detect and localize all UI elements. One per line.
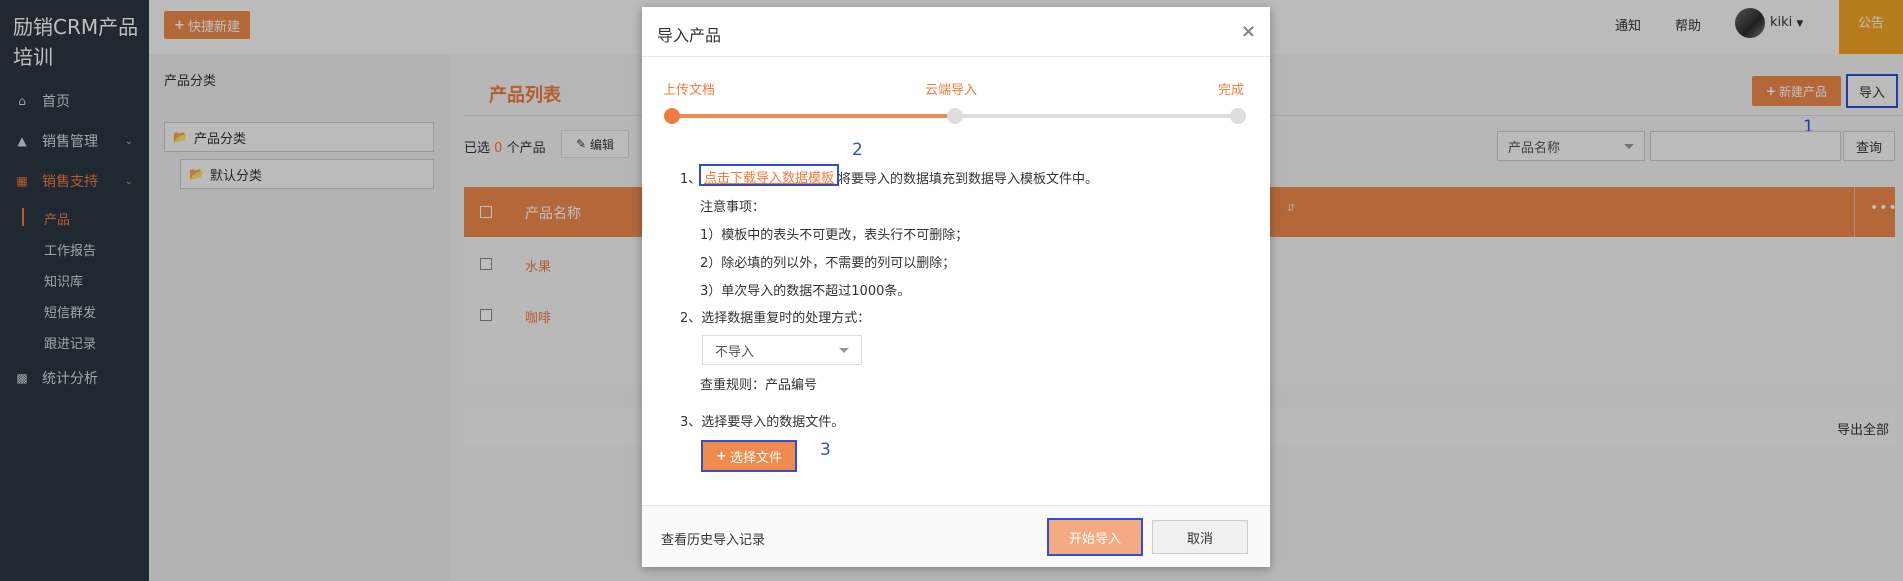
note-item: 1）模板中的表头不可更改，表头行不可删除； [700, 228, 969, 243]
plus-icon: + [716, 448, 727, 464]
step-upload: 上传文档 [663, 83, 716, 98]
modal-footer: 查看历史导入记录 开始导入 取消 [642, 505, 1270, 567]
modal-title: 导入产品 [657, 26, 722, 45]
import-product-modal: 导入产品 × 上传文档 云端导入 完成 2 1、 点击下载导入数据模板 将要导入… [642, 7, 1270, 567]
note-item: 3）单次导入的数据不超过1000条。 [700, 284, 911, 299]
choose-file-button[interactable]: + 选择文件 [701, 440, 797, 472]
note-item: 2）除必填的列以外，不需要的列可以删除； [700, 256, 956, 271]
step3-text: 3、选择要导入的数据文件。 [680, 415, 845, 430]
step1-text: 将要导入的数据填充到数据导入模板文件中。 [838, 172, 1099, 187]
notes-title: 注意事项： [700, 200, 766, 215]
start-import-button[interactable]: 开始导入 [1047, 518, 1143, 556]
choose-file-label: 选择文件 [729, 450, 782, 466]
download-template-link[interactable]: 点击下载导入数据模板 [699, 164, 840, 186]
duplicate-option-value: 不导入 [715, 344, 755, 360]
caret-down-icon [839, 348, 849, 353]
duplicate-handling-select[interactable]: 不导入 [702, 335, 862, 365]
progress-fill [672, 114, 955, 118]
step-dot-1 [664, 108, 680, 124]
close-icon[interactable]: × [1241, 21, 1256, 42]
dedupe-rule: 查重规则：产品编号 [700, 378, 818, 393]
modal-header: 导入产品 × [642, 7, 1270, 57]
step-dot-2 [947, 108, 963, 124]
step2-text: 2、选择数据重复时的处理方式： [680, 311, 871, 326]
annotation-2: 2 [852, 140, 863, 160]
annotation-3: 3 [820, 440, 831, 460]
step-cloud-import: 云端导入 [925, 83, 978, 98]
step-done: 完成 [1218, 83, 1245, 98]
cancel-button[interactable]: 取消 [1152, 520, 1248, 554]
step-dot-3 [1230, 108, 1246, 124]
import-history-link[interactable]: 查看历史导入记录 [661, 529, 765, 548]
